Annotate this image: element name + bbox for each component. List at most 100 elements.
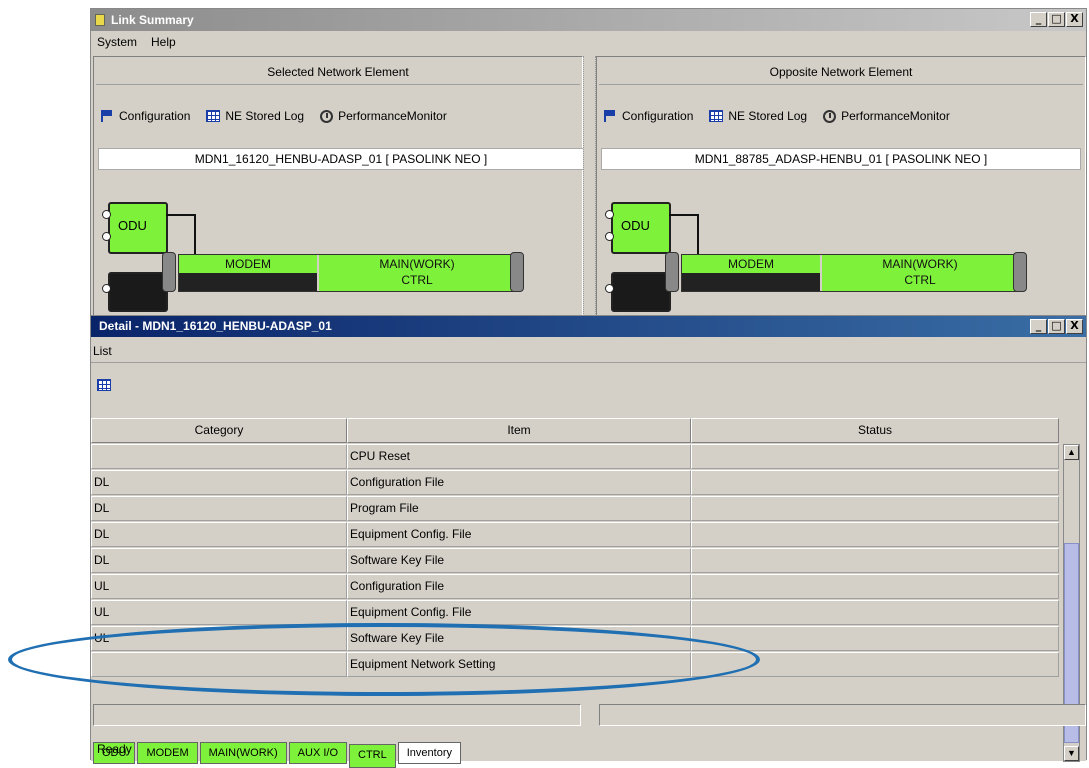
table-row[interactable]: UL Configuration File — [91, 574, 1061, 599]
table-row[interactable]: DL Program File — [91, 496, 1061, 521]
cell-item: Program File — [347, 496, 691, 521]
cell-status — [691, 470, 1059, 495]
cell-item: Software Key File — [347, 548, 691, 573]
maximize-button[interactable]: □ — [1048, 12, 1065, 27]
cell-item: Configuration File — [347, 470, 691, 495]
main-work-block[interactable]: MAIN(WORK) — [319, 255, 515, 273]
cell-status — [691, 496, 1059, 521]
modem-block[interactable]: MODEM — [682, 255, 820, 273]
ctrl-block[interactable]: CTRL — [822, 273, 1018, 291]
table-row[interactable]: UL Software Key File — [91, 626, 1061, 651]
close-button[interactable]: X — [1066, 12, 1083, 27]
ne-stored-log-tool[interactable]: NE Stored Log — [206, 109, 304, 123]
modem-row[interactable]: MODEM MAIN(WORK) CTRL — [178, 254, 518, 292]
odu-standby-block[interactable] — [611, 272, 671, 312]
cell-item: Equipment Network Setting — [347, 652, 691, 677]
table-icon — [97, 379, 111, 391]
cell-status — [691, 626, 1059, 651]
ne-stored-log-label: NE Stored Log — [225, 109, 305, 123]
modem-row[interactable]: MODEM MAIN(WORK) CTRL — [681, 254, 1021, 292]
cell-category: DL — [91, 496, 347, 521]
cell-category: DL — [91, 522, 347, 547]
bottom-panels — [91, 704, 1086, 732]
performance-monitor-tool[interactable]: PerformanceMonitor — [320, 109, 447, 123]
detail-titlebar[interactable]: Detail - MDN1_16120_HENBU-ADASP_01 _ □ X — [91, 316, 1086, 337]
cell-category: UL — [91, 600, 347, 625]
list-view-button[interactable] — [97, 379, 111, 394]
configuration-label: Configuration — [119, 109, 191, 123]
ne-stored-log-tool[interactable]: NE Stored Log — [709, 109, 807, 123]
detail-frame: Detail - MDN1_16120_HENBU-ADASP_01 _ □ X… — [91, 315, 1086, 768]
tab-inventory[interactable]: Inventory — [397, 742, 461, 764]
close-button[interactable]: X — [1066, 319, 1083, 334]
connector-line — [166, 214, 196, 216]
configuration-tool[interactable]: Configuration — [603, 109, 693, 123]
column-header-status[interactable]: Status — [691, 418, 1059, 443]
cell-status — [691, 652, 1059, 677]
link-summary-window: Link Summary _ □ X System Help Selected … — [90, 8, 1087, 768]
ne-stored-log-label: NE Stored Log — [728, 109, 808, 123]
port-icon — [605, 284, 614, 293]
main-work-block[interactable]: MAIN(WORK) — [822, 255, 1018, 273]
port-icon — [102, 284, 111, 293]
minimize-button[interactable]: _ — [1030, 12, 1047, 27]
scroll-down-icon[interactable]: ▼ — [1064, 746, 1079, 761]
connector-line — [697, 214, 699, 256]
table-row[interactable]: DL Software Key File — [91, 548, 1061, 573]
clock-icon — [320, 109, 334, 123]
menu-system[interactable]: System — [97, 35, 137, 49]
tab-main-work[interactable]: MAIN(WORK) — [199, 742, 287, 764]
ctrl-block[interactable]: CTRL — [319, 273, 515, 291]
ne-name-field: MDN1_16120_HENBU-ADASP_01 [ PASOLINK NEO… — [98, 148, 584, 170]
odu-block[interactable]: ODU — [611, 202, 671, 254]
opposite-ne-panel: Opposite Network Element Configuration N… — [596, 56, 1086, 322]
cell-item: Equipment Config. File — [347, 522, 691, 547]
tab-aux-io[interactable]: AUX I/O — [288, 742, 348, 764]
table-row[interactable]: Equipment Network Setting — [91, 652, 1061, 677]
configuration-icon — [100, 110, 114, 122]
cell-category — [91, 652, 347, 677]
cell-status — [691, 600, 1059, 625]
equipment-tabs: ODU MODEM MAIN(WORK) AUX I/O CTRL Invent… — [93, 742, 461, 768]
performance-monitor-tool[interactable]: PerformanceMonitor — [823, 109, 950, 123]
log-icon — [709, 110, 724, 122]
left-bottom-panel — [93, 704, 581, 726]
odu-label: ODU — [118, 218, 147, 233]
port-icon — [605, 210, 614, 219]
cell-category: UL — [91, 574, 347, 599]
column-header-item[interactable]: Item — [347, 418, 691, 443]
cell-status — [691, 444, 1059, 469]
table-row[interactable]: DL Equipment Config. File — [91, 522, 1061, 547]
table-row[interactable]: DL Configuration File — [91, 470, 1061, 495]
configuration-tool[interactable]: Configuration — [100, 109, 190, 123]
scroll-up-icon[interactable]: ▲ — [1064, 445, 1079, 460]
odu-block[interactable]: ODU — [108, 202, 168, 254]
log-icon — [206, 110, 221, 122]
equipment-diagram[interactable]: ODU MODEM MAIN(WORK) CTRL — [597, 192, 1077, 320]
tab-modem[interactable]: MODEM — [137, 742, 198, 764]
split-pane-divider[interactable] — [583, 56, 596, 322]
equipment-diagram[interactable]: ODU MODEM MAIN(WORK) CTRL — [94, 192, 574, 320]
tab-ctrl[interactable]: CTRL — [349, 744, 396, 768]
status-bar-text: Ready — [97, 742, 132, 756]
menubar: System Help — [91, 31, 1086, 53]
menu-help[interactable]: Help — [151, 35, 176, 49]
table-row[interactable]: CPU Reset — [91, 444, 1061, 469]
window-titlebar[interactable]: Link Summary _ □ X — [91, 9, 1086, 31]
cell-category: UL — [91, 626, 347, 651]
port-icon — [605, 232, 614, 241]
menu-list[interactable]: List — [93, 344, 112, 358]
performance-monitor-label: PerformanceMonitor — [841, 109, 950, 123]
modem-standby-block — [179, 273, 317, 291]
minimize-button[interactable]: _ — [1030, 319, 1047, 334]
odu-standby-block[interactable] — [108, 272, 168, 312]
modem-block[interactable]: MODEM — [179, 255, 317, 273]
cell-item: Equipment Config. File — [347, 600, 691, 625]
table-row[interactable]: UL Equipment Config. File — [91, 600, 1061, 625]
cell-status — [691, 548, 1059, 573]
clock-icon — [823, 109, 837, 123]
column-header-category[interactable]: Category — [91, 418, 347, 443]
maximize-button[interactable]: □ — [1048, 319, 1065, 334]
modem-endcap-right — [510, 252, 524, 292]
port-icon — [102, 210, 111, 219]
